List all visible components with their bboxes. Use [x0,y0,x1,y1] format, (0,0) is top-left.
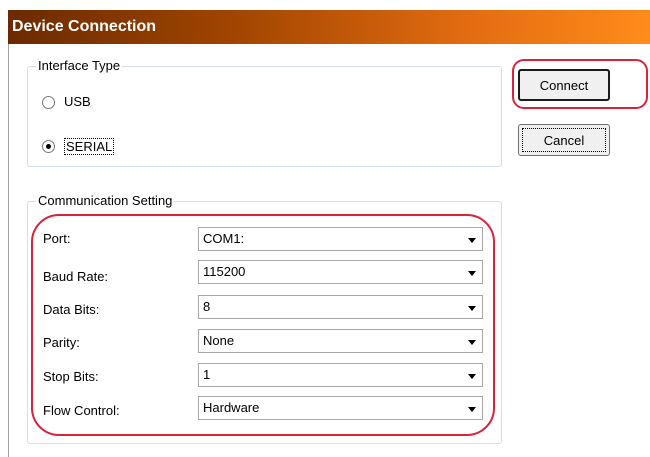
parity-label: Parity: [43,335,80,350]
baud-rate-value: 115200 [203,264,246,279]
radio-serial-circle[interactable] [42,140,55,153]
communication-setting-label: Communication Setting [36,193,175,208]
baud-rate-label: Baud Rate: [43,269,109,284]
interface-type-group: Interface Type USB SERIAL [27,58,502,167]
radio-usb-circle[interactable] [42,96,55,109]
dialog-body: Interface Type USB SERIAL Connect Cancel… [8,44,650,457]
radio-serial-label: SERIAL [64,138,115,155]
parity-select[interactable]: None [198,329,483,353]
flow-control-select[interactable]: Hardware [198,396,483,420]
chevron-down-icon[interactable] [468,271,476,276]
chevron-down-icon[interactable] [468,340,476,345]
radio-usb-label: USB [64,94,91,109]
connect-button-label: Connect [539,77,589,93]
data-bits-value: 8 [203,299,211,314]
interface-type-label: Interface Type [36,58,123,73]
flow-control-value: Hardware [203,400,260,415]
data-bits-label: Data Bits: [43,302,100,317]
port-value: COM1: [203,231,245,246]
cancel-button[interactable]: Cancel [518,124,610,156]
port-select[interactable]: COM1: [198,227,483,251]
port-label: Port: [43,231,71,246]
chevron-down-icon[interactable] [468,407,476,412]
window-title: Device Connection [12,18,157,35]
chevron-down-icon[interactable] [468,238,476,243]
connect-button[interactable]: Connect [518,69,610,101]
baud-rate-select[interactable]: 115200 [198,260,483,284]
stop-bits-label: Stop Bits: [43,369,99,384]
stop-bits-select[interactable]: 1 [198,363,483,387]
chevron-down-icon[interactable] [468,306,476,311]
chevron-down-icon[interactable] [468,374,476,379]
stop-bits-value: 1 [203,367,211,382]
title-bar: Device Connection [8,10,650,44]
parity-value: None [203,333,235,348]
cancel-button-label: Cancel [543,132,585,148]
flow-control-label: Flow Control: [43,403,120,418]
data-bits-select[interactable]: 8 [198,295,483,319]
